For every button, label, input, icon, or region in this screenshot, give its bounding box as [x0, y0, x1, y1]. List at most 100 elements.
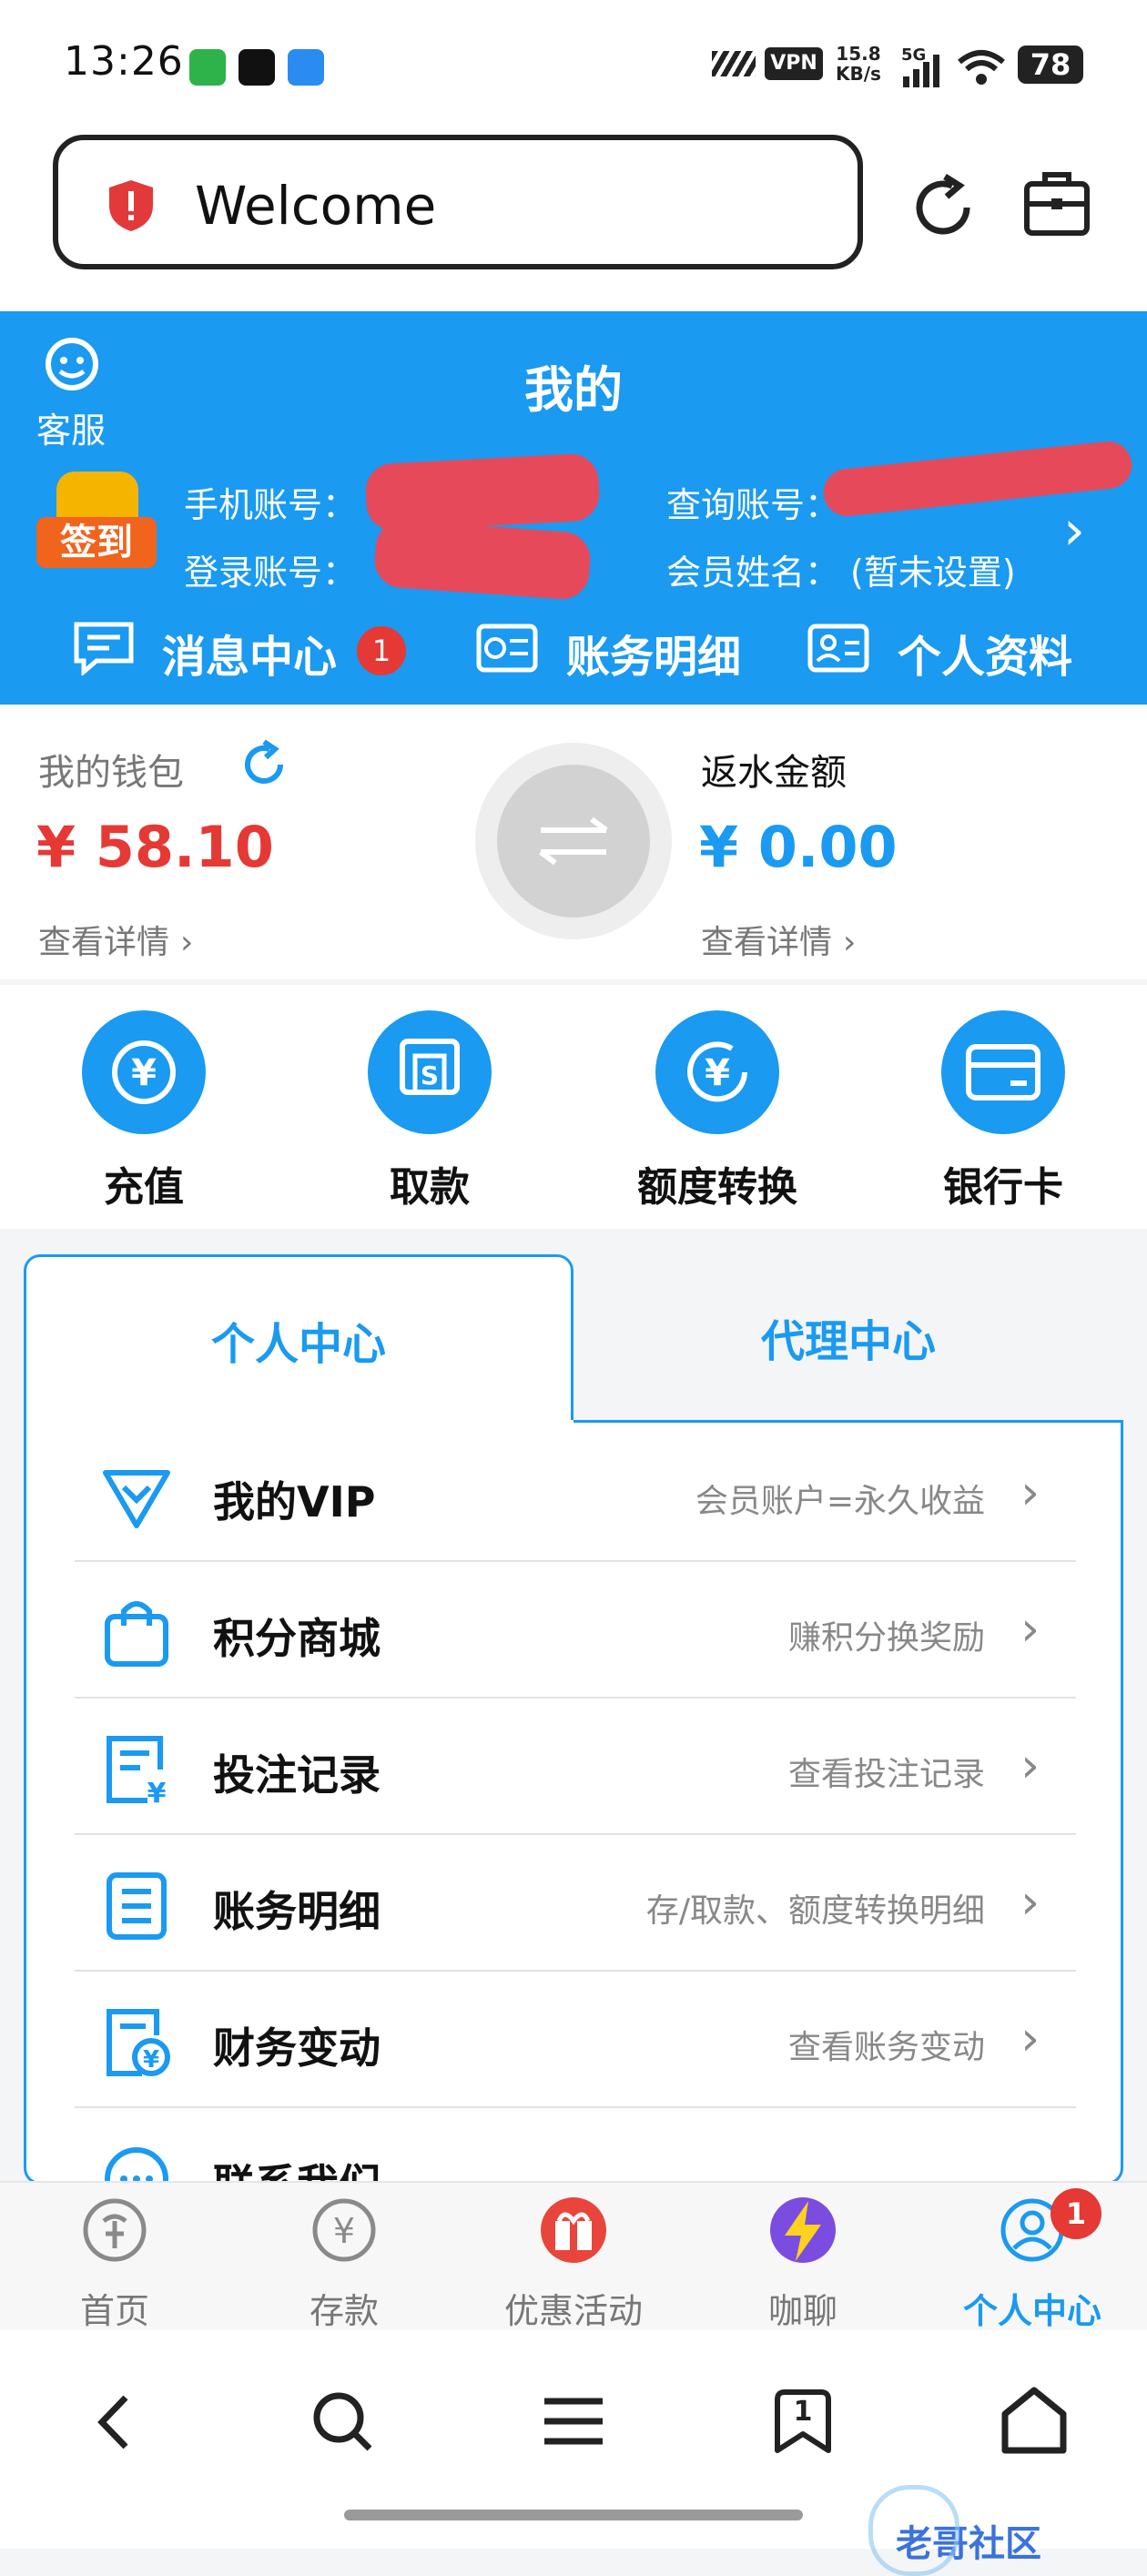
home-page-icon[interactable] — [1000, 2385, 1069, 2456]
account-detail-link[interactable]: 账务明细 — [475, 617, 757, 683]
message-icon — [74, 622, 134, 675]
wallet-balance: ¥ 58.10 — [36, 814, 274, 880]
tabbar-label: 咖聊 — [767, 2291, 837, 2331]
deposit-button[interactable]: ¥ 充值 — [53, 1010, 235, 1212]
personal-info-link[interactable]: 个人资料 — [807, 617, 1098, 683]
rebate-label: 返水金额 — [701, 752, 847, 794]
menu-item-vip[interactable]: 我的VIP 会员账户=永久收益 › — [75, 1425, 1076, 1562]
back-icon[interactable] — [93, 2390, 138, 2454]
finance-change-icon: ¥ — [107, 2009, 170, 2076]
transfer-quota-label: 额度转换 — [637, 1164, 797, 1211]
shopping-bag-icon — [105, 1601, 168, 1667]
tabbar-label: 首页 — [79, 2291, 149, 2331]
refresh-balance-icon[interactable] — [239, 739, 289, 790]
menu-item-title: 我的VIP — [213, 1477, 376, 1526]
quick-actions: ¥ 充值 S 取款 ¥ 额度转换 银行卡 — [0, 985, 1147, 1229]
tabbar-personal-center[interactable]: 个人中心 1 — [950, 2188, 1114, 2333]
address-bar[interactable]: Welcome — [53, 135, 863, 269]
document-list-icon — [107, 1872, 167, 1940]
wifi-icon — [958, 50, 1005, 85]
message-badge: 1 — [357, 626, 406, 675]
r-app-icon — [239, 49, 275, 86]
menu-item-subtitle: 查看账务变动 — [787, 2029, 985, 2066]
login-account-label: 登录账号： — [184, 553, 358, 593]
transfer-quota-icon: ¥ — [655, 1010, 779, 1134]
menu-item-subtitle: 存/取款、额度转换明细 — [645, 1892, 985, 1930]
menu-item-account-detail[interactable]: 账务明细 存/取款、额度转换明细 › — [75, 1835, 1076, 1972]
watermark-logo — [868, 2485, 959, 2576]
svg-text:¥: ¥ — [333, 2211, 355, 2251]
rebate-detail-link[interactable]: 查看详情 › — [701, 916, 856, 963]
menu-item-title: 积分商城 — [213, 1614, 381, 1663]
tab-count: 1 — [793, 2396, 813, 2428]
swap-arrows-icon — [539, 816, 608, 866]
home-icon — [83, 2198, 147, 2262]
signal-icon — [903, 55, 939, 87]
chevron-right-icon: › — [1020, 2012, 1040, 2066]
address-text[interactable]: Welcome — [195, 175, 436, 237]
tab-agent-center[interactable]: 代理中心 — [575, 1254, 1122, 1418]
wallet-detail-link[interactable]: 查看详情 › — [38, 916, 193, 963]
member-name-label: 会员姓名： — [666, 553, 840, 593]
gift-box-icon — [541, 2197, 606, 2263]
menu-item-points-mall[interactable]: 积分商城 赚积分换奖励 › — [75, 1562, 1076, 1699]
rebate-amount: ¥ 0.00 — [699, 814, 898, 880]
withdraw-icon: S — [368, 1010, 492, 1134]
menu-item-title: 投注记录 — [213, 1750, 381, 1800]
search-icon[interactable] — [310, 2388, 375, 2454]
tabbar-home[interactable]: 首页 — [33, 2194, 197, 2333]
diamond-icon — [103, 1470, 170, 1528]
redaction-mark — [372, 518, 593, 602]
security-shield-icon[interactable] — [106, 178, 157, 233]
menu-icon[interactable] — [541, 2396, 606, 2447]
profile-header: 客服 我的 签到 手机账号： 登录账号： 查询账号： 会员姓名： (暂未设置) … — [0, 311, 1147, 705]
tabs-button[interactable]: 1 — [770, 2387, 836, 2456]
lightning-icon — [770, 2197, 836, 2263]
menu-item-subtitle: 查看投注记录 — [787, 1756, 985, 1793]
chat-app-icon — [288, 49, 324, 86]
account-detail-label: 账务明细 — [566, 632, 742, 683]
tab-personal-center[interactable]: 个人中心 — [24, 1254, 574, 1436]
svg-text:¥: ¥ — [147, 1778, 167, 1806]
reload-icon[interactable] — [907, 171, 980, 244]
profile-chevron-icon[interactable]: › — [1063, 499, 1085, 563]
menu-item-bet-records[interactable]: ¥ 投注记录 查看投注记录 › — [75, 1699, 1076, 1835]
transfer-quota-button[interactable]: ¥ 额度转换 — [626, 1010, 808, 1212]
toolbox-icon[interactable] — [1023, 169, 1091, 238]
menu-item-finance-changes[interactable]: ¥ 财务变动 查看账务变动 › — [75, 1972, 1076, 2108]
redaction-mark — [821, 439, 1134, 519]
deposit-label: 充值 — [104, 1164, 184, 1211]
menu-item-subtitle: 会员账户=永久收益 — [695, 1483, 985, 1520]
tabbar-label: 优惠活动 — [503, 2291, 643, 2331]
tab-personal-center-label: 个人中心 — [210, 1319, 386, 1370]
menu-item-subtitle: 赚积分换奖励 — [787, 1619, 985, 1657]
home-indicator[interactable] — [344, 2510, 803, 2520]
menu-item-title: 账务明细 — [213, 1887, 381, 1936]
tabbar-chat[interactable]: 咖聊 — [721, 2194, 885, 2333]
tab-agent-center-label: 代理中心 — [760, 1316, 936, 1367]
query-account-label: 查询账号： — [666, 485, 840, 525]
withdraw-label: 取款 — [390, 1164, 470, 1211]
tabbar-promotions[interactable]: 优惠活动 — [492, 2194, 655, 2333]
tabbar-deposit[interactable]: ¥ 存款 — [262, 2194, 426, 2333]
signin-label: 签到 — [36, 517, 157, 568]
signin-button[interactable]: 签到 — [36, 472, 157, 579]
bank-card-button[interactable]: 银行卡 — [912, 1010, 1094, 1212]
ledger-icon — [476, 624, 538, 673]
chevron-right-icon: › — [1020, 1875, 1040, 1930]
check-app-icon — [189, 49, 226, 86]
deposit-icon: ¥ — [312, 2198, 376, 2262]
bet-record-icon: ¥ — [107, 1736, 167, 1806]
chevron-right-icon: › — [1020, 1739, 1040, 1793]
phone-account-label: 手机账号： — [184, 485, 358, 525]
network-speed: 15.8 KB/s — [836, 43, 881, 85]
tabbar-label: 存款 — [309, 2291, 379, 2331]
bottom-tab-bar: 首页 ¥ 存款 优惠活动 咖聊 个人中心 1 — [0, 2181, 1147, 2332]
transfer-button[interactable] — [497, 765, 650, 918]
chat-bubble-icon — [105, 2147, 168, 2181]
svg-text:¥: ¥ — [705, 1052, 730, 1094]
status-time: 13:26 — [64, 38, 184, 85]
message-center-link[interactable]: 消息中心 1 — [73, 617, 406, 683]
withdraw-button[interactable]: S 取款 — [339, 1010, 521, 1212]
menu-item-contact-us[interactable]: 联系我们 — [75, 2108, 1076, 2181]
